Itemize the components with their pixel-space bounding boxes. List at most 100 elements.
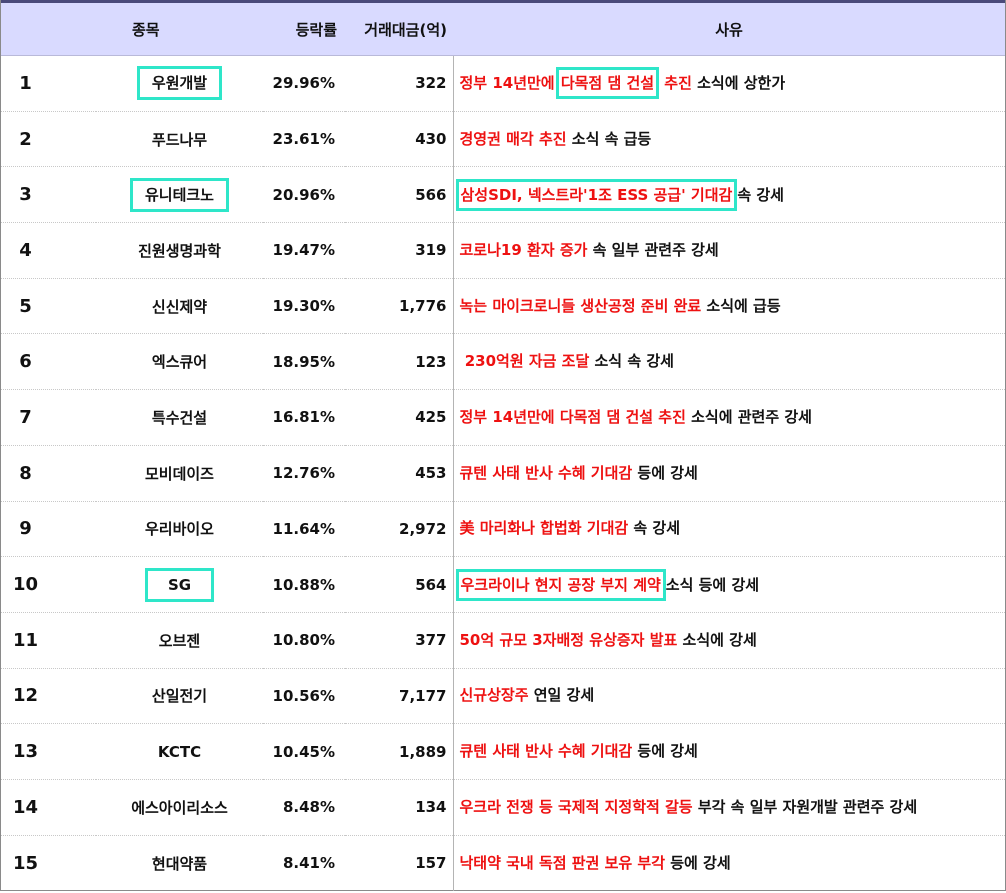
rate-cell: 10.45%: [263, 723, 345, 780]
rate-cell: 11.64%: [263, 501, 345, 558]
rank-cell: 10: [1, 556, 96, 613]
stock-name: 에스아이리소스: [96, 779, 263, 836]
reason-plain: 소식 속 강세: [589, 352, 674, 371]
reason-highlight: 50억 규모 3자배정 유상증자 발표: [459, 630, 678, 649]
table-row: 11 오브젠 10.80% 377 50억 규모 3자배정 유상증자 발표 소식…: [1, 612, 1005, 669]
stock-name: 산일전기: [96, 668, 263, 725]
rate-cell: 20.96%: [263, 166, 345, 224]
reason-plain: 등에 강세: [632, 742, 698, 761]
stock-name: SG: [167, 575, 192, 594]
volume-cell: 123: [345, 333, 454, 391]
reason-highlight: 코로나19 환자 증가: [459, 240, 588, 259]
reason-plain: 소식 속 급등: [566, 129, 652, 148]
reason-highlight: 신규상장주: [459, 686, 529, 705]
volume-cell: 566: [345, 166, 454, 224]
reason-cell: 큐텐 사태 반사 수혜 기대감 등에 강세: [453, 723, 1005, 780]
stock-name: 특수건설: [96, 389, 263, 446]
table-row: 14 에스아이리소스 8.48% 134 우크라 전쟁 등 국제적 지정학적 갈…: [1, 779, 1005, 836]
stock-name: 모비데이즈: [96, 445, 263, 502]
reason-cell: 코로나19 환자 증가 속 일부 관련주 강세: [453, 222, 1005, 279]
table-body: 1 우원개발 29.96% 322 정부 14년만에 다목점 댐 건설 추진 소…: [1, 55, 1005, 891]
reason-plain: 등에 강세: [632, 463, 698, 482]
reason-highlight: 삼성SDI, 넥스트라'1조 ESS 공급' 기대감: [460, 185, 733, 204]
reason-cell: 정부 14년만에 다목점 댐 건설 추진 소식에 관련주 강세: [453, 389, 1005, 446]
volume-cell: 157: [345, 835, 454, 891]
rank-cell: 8: [1, 445, 96, 502]
table-row: 3 유니테크노 20.96% 566 삼성SDI, 넥스트라'1조 ESS 공급…: [1, 166, 1005, 224]
rate-cell: 12.76%: [263, 445, 345, 502]
reason-highlight: 경영권 매각 추진: [459, 129, 567, 148]
table-row: 2 푸드나무 23.61% 430 경영권 매각 추진 소식 속 급등: [1, 111, 1005, 168]
rank-cell: 2: [1, 111, 96, 168]
volume-cell: 2,972: [345, 501, 454, 558]
reason-plain: 소식에 급등: [701, 296, 781, 315]
header-name: 종목: [96, 0, 263, 56]
volume-cell: 453: [345, 445, 454, 502]
rate-cell: 18.95%: [263, 333, 345, 391]
volume-cell: 377: [345, 612, 454, 669]
header-volume: 거래대금(억): [345, 0, 453, 56]
rate-cell: 10.56%: [263, 668, 345, 725]
reason-plain: 등에 강세: [665, 853, 731, 872]
rank-cell: 4: [1, 222, 96, 279]
header-rate: 등락률: [263, 0, 345, 56]
table-row: 9 우리바이오 11.64% 2,972 美 마리화나 합법화 기대감 속 강세: [1, 501, 1005, 558]
table-header: 종목 등락률 거래대금(억) 사유: [1, 0, 1005, 56]
reason-cell: 녹는 마이크로니들 생산공정 준비 완료 소식에 급등: [453, 278, 1005, 335]
reason-plain: 소식에 관련주 강세: [685, 407, 812, 426]
reason-plain: 소식 등에 강세: [665, 575, 760, 594]
reason-plain: 부각 속 일부 자원개발 관련주 강세: [692, 797, 918, 816]
name-cell: 우원개발: [96, 55, 263, 112]
volume-cell: 7,177: [345, 668, 454, 725]
volume-cell: 1,776: [345, 278, 454, 335]
volume-cell: 430: [345, 111, 454, 168]
reason-highlight: 정부 14년만에 다목점 댐 건설 추진: [459, 407, 686, 426]
table-row: 4 진원생명과학 19.47% 319 코로나19 환자 증가 속 일부 관련주…: [1, 222, 1005, 279]
table-row: 15 현대약품 8.41% 157 낙태약 국내 독점 판권 보유 부각 등에 …: [1, 835, 1005, 891]
stock-name: 신신제약: [96, 278, 263, 335]
rate-cell: 10.80%: [263, 612, 345, 669]
reason-plain: 속 강세: [737, 185, 784, 204]
rank-cell: 13: [1, 723, 96, 780]
reason-highlight: 우크라 전쟁 등 국제적 지정학적 갈등: [459, 797, 693, 816]
stock-name: 우리바이오: [96, 501, 263, 558]
rate-cell: 19.30%: [263, 278, 345, 335]
table-row: 1 우원개발 29.96% 322 정부 14년만에 다목점 댐 건설 추진 소…: [1, 55, 1005, 112]
stock-name: KCTC: [96, 723, 263, 780]
reason-cell: 낙태약 국내 독점 판권 보유 부각 등에 강세: [453, 835, 1005, 891]
reason-plain: 연일 강세: [528, 686, 595, 705]
reason-plain: 속 일부 관련주 강세: [587, 240, 719, 259]
reason-highlight-box: 삼성SDI, 넥스트라'1조 ESS 공급' 기대감: [455, 178, 738, 211]
name-highlight-box: 우원개발: [136, 66, 223, 101]
table-row: 12 산일전기 10.56% 7,177 신규상장주 연일 강세: [1, 668, 1005, 725]
reason-cell: 50억 규모 3자배정 유상증자 발표 소식에 강세: [453, 612, 1005, 669]
header-name-label: 종목: [132, 20, 160, 39]
name-highlight-box: SG: [144, 567, 215, 602]
rate-cell: 8.48%: [263, 779, 345, 836]
reason-highlight-box: 다목점 댐 건설: [555, 67, 660, 100]
reason-cell: 신규상장주 연일 강세: [453, 668, 1005, 725]
stock-name: 우원개발: [151, 74, 208, 93]
rate-cell: 23.61%: [263, 111, 345, 168]
reason-plain: 속 강세: [628, 519, 681, 538]
header-rank: [1, 0, 96, 56]
rank-cell: 5: [1, 278, 96, 335]
rank-cell: 12: [1, 668, 96, 725]
rank-cell: 7: [1, 389, 96, 446]
reason-highlight-box: 우크라이나 현지 공장 부지 계약: [455, 568, 666, 601]
header-reason: 사유: [453, 0, 1005, 56]
reason-cell: 삼성SDI, 넥스트라'1조 ESS 공급' 기대감 속 강세: [453, 166, 1005, 224]
rank-cell: 3: [1, 166, 96, 224]
table-row: 7 특수건설 16.81% 425 정부 14년만에 다목점 댐 건설 추진 소…: [1, 389, 1005, 446]
reason-highlight: 큐텐 사태 반사 수혜 기대감: [459, 742, 633, 761]
rank-cell: 15: [12, 852, 39, 874]
rate-cell: 29.96%: [263, 55, 345, 112]
rate-cell: 8.41%: [282, 854, 335, 873]
reason-cell: 美 마리화나 합법화 기대감 속 강세: [453, 501, 1005, 558]
reason-cell: 경영권 매각 추진 소식 속 급등: [453, 111, 1005, 168]
reason-highlight: 우크라이나 현지 공장 부지 계약: [460, 575, 661, 594]
volume-cell: 425: [345, 389, 454, 446]
reason-cell: 큐텐 사태 반사 수혜 기대감 등에 강세: [453, 445, 1005, 502]
rate-cell: 10.88%: [263, 556, 345, 613]
rate-cell: 16.81%: [263, 389, 345, 446]
